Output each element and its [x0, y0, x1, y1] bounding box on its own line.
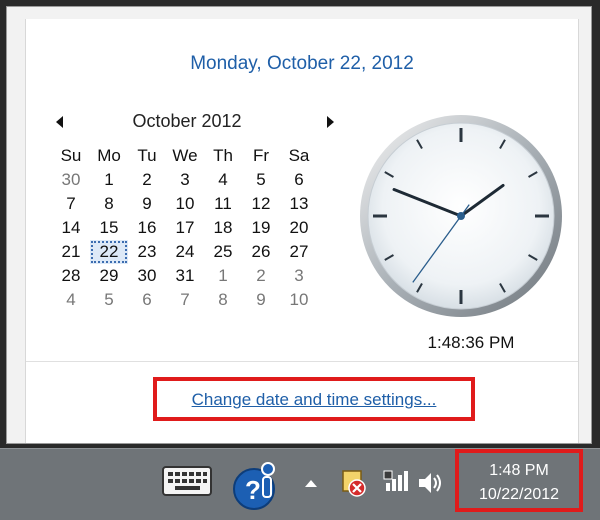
- calendar-day[interactable]: 28: [52, 264, 90, 288]
- app-logo-icon[interactable]: ?: [232, 459, 282, 511]
- digital-time: 1:48:36 PM: [427, 333, 515, 352]
- calendar-day[interactable]: 30: [128, 264, 166, 288]
- month-label[interactable]: October 2012: [52, 111, 322, 132]
- calendar-day[interactable]: 2: [128, 168, 166, 192]
- taskbar-clock[interactable]: 1:48 PM 10/22/2012: [455, 449, 583, 512]
- calendar-day[interactable]: 27: [280, 240, 318, 264]
- calendar-day[interactable]: 12: [242, 192, 280, 216]
- next-month-button[interactable]: [324, 115, 338, 129]
- svg-text:?: ?: [245, 475, 261, 505]
- calendar-day[interactable]: 8: [90, 192, 128, 216]
- weekday-header: Tu: [137, 145, 157, 165]
- analog-clock: [360, 115, 562, 317]
- calendar-week-row: 30 1 2 3 4 5 6: [52, 168, 318, 192]
- calendar-day[interactable]: 10: [280, 288, 318, 312]
- calendar-header: October 2012: [52, 111, 334, 137]
- calendar-week-row: 14 15 16 17 18 19 20: [52, 216, 318, 240]
- calendar-day[interactable]: 10: [166, 192, 204, 216]
- calendar-day[interactable]: 16: [128, 216, 166, 240]
- calendar-day[interactable]: 31: [166, 264, 204, 288]
- calendar-day[interactable]: 24: [166, 240, 204, 264]
- calendar-day[interactable]: 7: [166, 288, 204, 312]
- calendar-week-row: 7 8 9 10 11 12 13: [52, 192, 318, 216]
- flyout-content: Monday, October 22, 2012 October 2012 Su…: [25, 19, 579, 443]
- calendar-day[interactable]: 4: [204, 168, 242, 192]
- date-time-flyout: Monday, October 22, 2012 October 2012 Su…: [6, 6, 592, 444]
- weekday-header: We: [172, 145, 198, 165]
- calendar-day[interactable]: 4: [52, 288, 90, 312]
- weekday-header: Mo: [97, 145, 121, 165]
- calendar-day[interactable]: 26: [242, 240, 280, 264]
- calendar-day[interactable]: 18: [204, 216, 242, 240]
- calendar: October 2012 Su Mo Tu We Th Fr Sa 30 1 2 3 4 5 6 7 8 9 1…: [52, 111, 334, 312]
- calendar-day[interactable]: 5: [90, 288, 128, 312]
- calendar-grid: Su Mo Tu We Th Fr Sa 30 1 2 3 4 5 6 7 8 9 10 11 12 13 14 15 16…: [52, 143, 318, 312]
- calendar-day[interactable]: 1: [204, 264, 242, 288]
- calendar-day[interactable]: 6: [280, 168, 318, 192]
- calendar-day[interactable]: 9: [242, 288, 280, 312]
- calendar-day[interactable]: 13: [280, 192, 318, 216]
- calendar-day[interactable]: 21: [52, 240, 90, 264]
- clock-center-pin: [457, 212, 465, 220]
- calendar-day[interactable]: 3: [166, 168, 204, 192]
- weekday-header: Fr: [252, 145, 270, 165]
- calendar-day[interactable]: 30: [52, 168, 90, 192]
- taskbar: ? 1:48 PM 10/22/2012: [0, 448, 600, 520]
- calendar-day[interactable]: 3: [280, 264, 318, 288]
- divider: [26, 361, 578, 362]
- volume-icon[interactable]: [416, 469, 444, 497]
- calendar-day[interactable]: 11: [204, 192, 242, 216]
- calendar-day[interactable]: 19: [242, 216, 280, 240]
- taskbar-time: 1:48 PM: [489, 462, 549, 479]
- calendar-day[interactable]: 20: [280, 216, 318, 240]
- calendar-day[interactable]: 6: [128, 288, 166, 312]
- calendar-day[interactable]: 15: [90, 216, 128, 240]
- calendar-day[interactable]: 14: [52, 216, 90, 240]
- weekday-header: Th: [213, 145, 233, 165]
- calendar-day[interactable]: 9: [128, 192, 166, 216]
- calendar-week-row: 28 29 30 31 1 2 3: [52, 264, 318, 288]
- calendar-week-row: 4 5 6 7 8 9 10: [52, 288, 318, 312]
- calendar-day[interactable]: 25: [204, 240, 242, 264]
- calendar-day[interactable]: 2: [242, 264, 280, 288]
- action-center-flag-icon[interactable]: [340, 469, 368, 497]
- calendar-day[interactable]: 1: [90, 168, 128, 192]
- calendar-day[interactable]: 7: [52, 192, 90, 216]
- calendar-day[interactable]: 23: [128, 240, 166, 264]
- weekday-row: Su Mo Tu We Th Fr Sa: [52, 143, 318, 168]
- long-date-header[interactable]: Monday, October 22, 2012: [26, 53, 578, 75]
- calendar-day[interactable]: 17: [166, 216, 204, 240]
- change-date-time-settings-link[interactable]: Change date and time settings...: [157, 390, 471, 410]
- chevron-right-icon: [327, 116, 334, 128]
- highlight-box-settings: Change date and time settings...: [153, 377, 475, 421]
- keyboard-icon[interactable]: [162, 465, 212, 497]
- taskbar-date: 10/22/2012: [478, 486, 560, 503]
- calendar-day[interactable]: 29: [90, 264, 128, 288]
- calendar-week-row: 21 22 23 24 25 26 27: [52, 240, 318, 264]
- calendar-day-today[interactable]: 22: [90, 240, 128, 264]
- weekday-header: Sa: [288, 145, 310, 165]
- weekday-header: Su: [60, 145, 82, 165]
- show-hidden-icons-chevron[interactable]: [303, 475, 319, 491]
- network-signal-icon[interactable]: [382, 467, 410, 495]
- screen: Monday, October 22, 2012 October 2012 Su…: [0, 0, 600, 520]
- calendar-day[interactable]: 8: [204, 288, 242, 312]
- calendar-day[interactable]: 5: [242, 168, 280, 192]
